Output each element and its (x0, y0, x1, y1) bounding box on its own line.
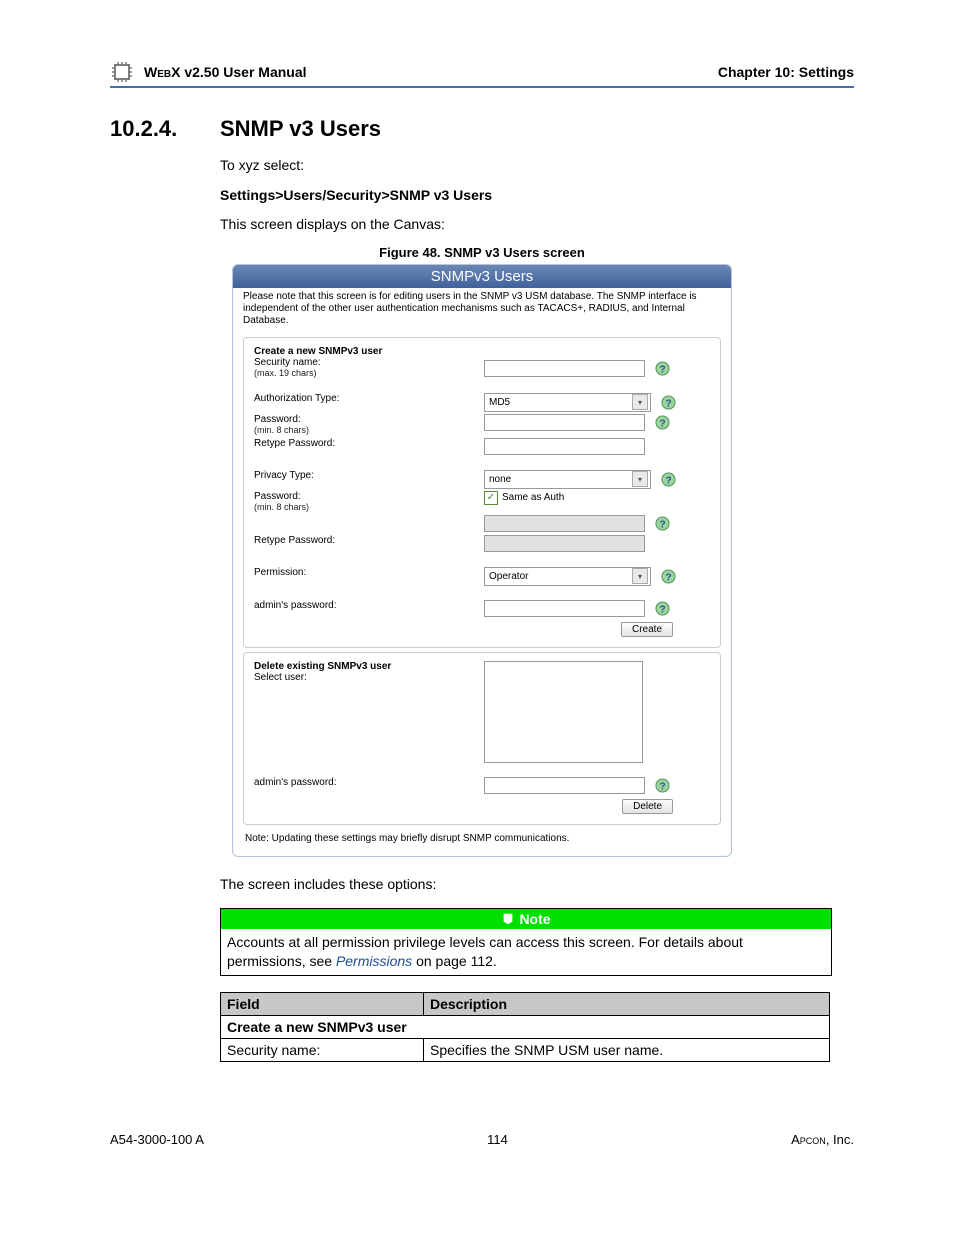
auth-retype-label: Retype Password: (254, 438, 484, 449)
chapter-title: Chapter 10: Settings (718, 64, 854, 80)
intro-text: To xyz select: (220, 156, 854, 176)
chevron-down-icon: ▾ (632, 471, 648, 487)
auth-type-label: Authorization Type: (254, 393, 484, 404)
help-icon[interactable]: ? (655, 361, 670, 376)
note-body: Accounts at all permission privilege lev… (221, 929, 831, 975)
svg-text:?: ? (659, 519, 665, 530)
auth-type-value: MD5 (489, 397, 510, 408)
privacy-type-select[interactable]: none ▾ (484, 470, 651, 489)
svg-text:?: ? (659, 418, 665, 429)
create-heading: Create a new SNMPv3 user (254, 346, 382, 357)
same-as-auth-checkbox[interactable]: ✓ (484, 491, 498, 505)
canvas-line: This screen displays on the Canvas: (220, 215, 854, 235)
figure-caption: Figure 48. SNMP v3 Users screen (110, 245, 854, 260)
auth-password-hint: (min. 8 chars) (254, 425, 309, 435)
table-section-row: Create a new SNMPv3 user (221, 1016, 830, 1039)
priv-password-input[interactable] (484, 515, 645, 532)
chevron-down-icon: ▾ (632, 394, 648, 410)
delete-button[interactable]: Delete (622, 799, 673, 814)
chevron-down-icon: ▾ (632, 568, 648, 584)
panel-footer-note: Note: Updating these settings may briefl… (233, 829, 731, 848)
permission-label: Permission: (254, 567, 484, 578)
delete-user-block: Delete existing SNMPv3 user Select user:… (243, 652, 721, 825)
privacy-type-label: Privacy Type: (254, 470, 484, 481)
select-user-label: Select user: (254, 672, 307, 683)
table-cell-field: Security name: (221, 1039, 424, 1062)
delete-admin-password-label: admin's password: (254, 777, 484, 788)
auth-type-select[interactable]: MD5 ▾ (484, 393, 651, 412)
footer-left: A54-3000-100 A (110, 1132, 204, 1147)
help-icon[interactable]: ? (661, 569, 676, 584)
help-icon[interactable]: ? (655, 415, 670, 430)
snmpv3-users-screenshot: SNMPv3 Users Please note that this scree… (232, 264, 732, 857)
priv-retype-label: Retype Password: (254, 535, 484, 546)
page-header: WebX v2.50 User Manual Chapter 10: Setti… (110, 60, 854, 88)
privacy-type-value: none (489, 474, 511, 485)
note-icon (501, 912, 515, 926)
help-icon[interactable]: ? (655, 778, 670, 793)
note-box: Note Accounts at all permission privileg… (220, 908, 832, 976)
help-icon[interactable]: ? (655, 601, 670, 616)
delete-heading: Delete existing SNMPv3 user (254, 661, 391, 672)
help-icon[interactable]: ? (655, 516, 670, 531)
table-header-field: Field (221, 993, 424, 1016)
security-name-label: Security name: (254, 357, 321, 368)
security-name-input[interactable] (484, 360, 645, 377)
section-number: 10.2.4. (110, 116, 220, 142)
note-heading: Note (221, 909, 831, 929)
section-title: SNMP v3 Users (220, 116, 381, 142)
same-as-auth-label: Same as Auth (502, 492, 564, 503)
field-table: Field Description Create a new SNMPv3 us… (220, 992, 830, 1062)
help-icon[interactable]: ? (661, 395, 676, 410)
panel-note: Please note that this screen is for edit… (233, 288, 731, 333)
admin-password-label: admin's password: (254, 600, 484, 611)
permission-select[interactable]: Operator ▾ (484, 567, 651, 586)
permissions-link[interactable]: Permissions (336, 953, 412, 969)
svg-text:?: ? (659, 604, 665, 615)
footer-right: Apcon, Inc. (791, 1132, 854, 1147)
delete-admin-password-input[interactable] (484, 777, 645, 794)
create-user-block: Create a new SNMPv3 user Security name: … (243, 337, 721, 648)
auth-password-input[interactable] (484, 414, 645, 431)
svg-text:?: ? (665, 475, 671, 486)
auth-password-label: Password: (254, 414, 301, 425)
nav-path: Settings>Users/Security>SNMP v3 Users (220, 186, 854, 206)
page-footer: A54-3000-100 A 114 Apcon, Inc. (110, 1132, 854, 1147)
chip-icon (110, 60, 134, 84)
auth-retype-input[interactable] (484, 438, 645, 455)
table-header-description: Description (424, 993, 830, 1016)
svg-text:?: ? (665, 398, 671, 409)
table-cell-desc: Specifies the SNMP USM user name. (424, 1039, 830, 1062)
priv-password-label: Password: (254, 491, 301, 502)
security-name-hint: (max. 19 chars) (254, 368, 317, 378)
priv-retype-input[interactable] (484, 535, 645, 552)
svg-text:?: ? (659, 781, 665, 792)
admin-password-input[interactable] (484, 600, 645, 617)
permission-value: Operator (489, 571, 528, 582)
select-user-listbox[interactable] (484, 661, 643, 763)
priv-password-hint: (min. 8 chars) (254, 502, 309, 512)
doc-title: WebX v2.50 User Manual (144, 64, 307, 80)
svg-text:?: ? (665, 572, 671, 583)
help-icon[interactable]: ? (661, 472, 676, 487)
svg-text:?: ? (659, 364, 665, 375)
options-line: The screen includes these options: (220, 875, 854, 895)
page-number: 114 (204, 1132, 791, 1147)
panel-title: SNMPv3 Users (233, 265, 731, 288)
create-button[interactable]: Create (621, 622, 673, 637)
